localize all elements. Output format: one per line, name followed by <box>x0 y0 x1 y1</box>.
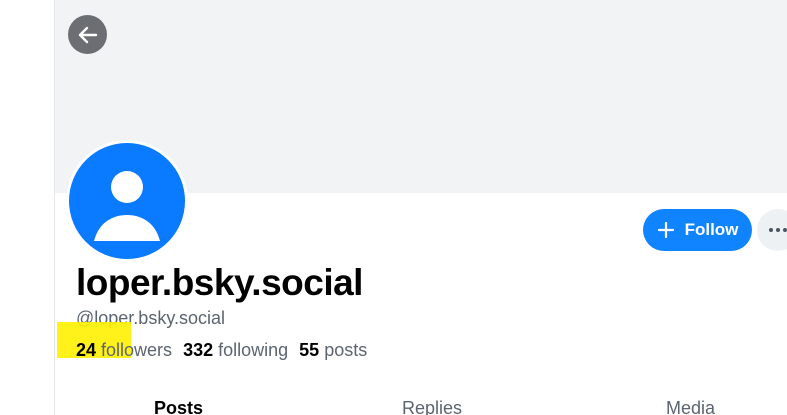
avatar-image <box>69 143 185 259</box>
arrow-left-icon <box>78 26 97 43</box>
following-stat[interactable]: 332 following <box>183 340 288 361</box>
avatar[interactable] <box>66 140 188 262</box>
posts-stat: 55 posts <box>299 340 367 361</box>
default-avatar-icon <box>94 171 160 241</box>
tab-replies[interactable]: Replies <box>402 398 462 415</box>
more-options-button[interactable] <box>757 209 787 251</box>
back-button[interactable] <box>68 15 107 54</box>
profile-stats: 24 followers 332 following 55 posts <box>76 340 378 361</box>
display-name: loper.bsky.social <box>76 262 363 303</box>
following-label: following <box>218 340 289 360</box>
follow-button-label: Follow <box>684 220 739 239</box>
follow-button[interactable]: Follow <box>643 209 752 251</box>
posts-label: posts <box>324 340 368 360</box>
profile-page: Follow loper.bsky.social @loper.bsky.soc… <box>0 0 787 415</box>
following-count: 332 <box>183 340 219 360</box>
tab-posts[interactable]: Posts <box>154 398 203 415</box>
posts-count: 55 <box>299 340 325 360</box>
more-horizontal-icon <box>769 228 787 232</box>
followers-count: 24 <box>76 340 102 360</box>
followers-stat[interactable]: 24 followers <box>76 340 172 361</box>
plus-icon <box>657 221 674 239</box>
tab-media[interactable]: Media <box>666 398 715 415</box>
left-gutter <box>0 0 54 415</box>
followers-label: followers <box>101 340 173 360</box>
